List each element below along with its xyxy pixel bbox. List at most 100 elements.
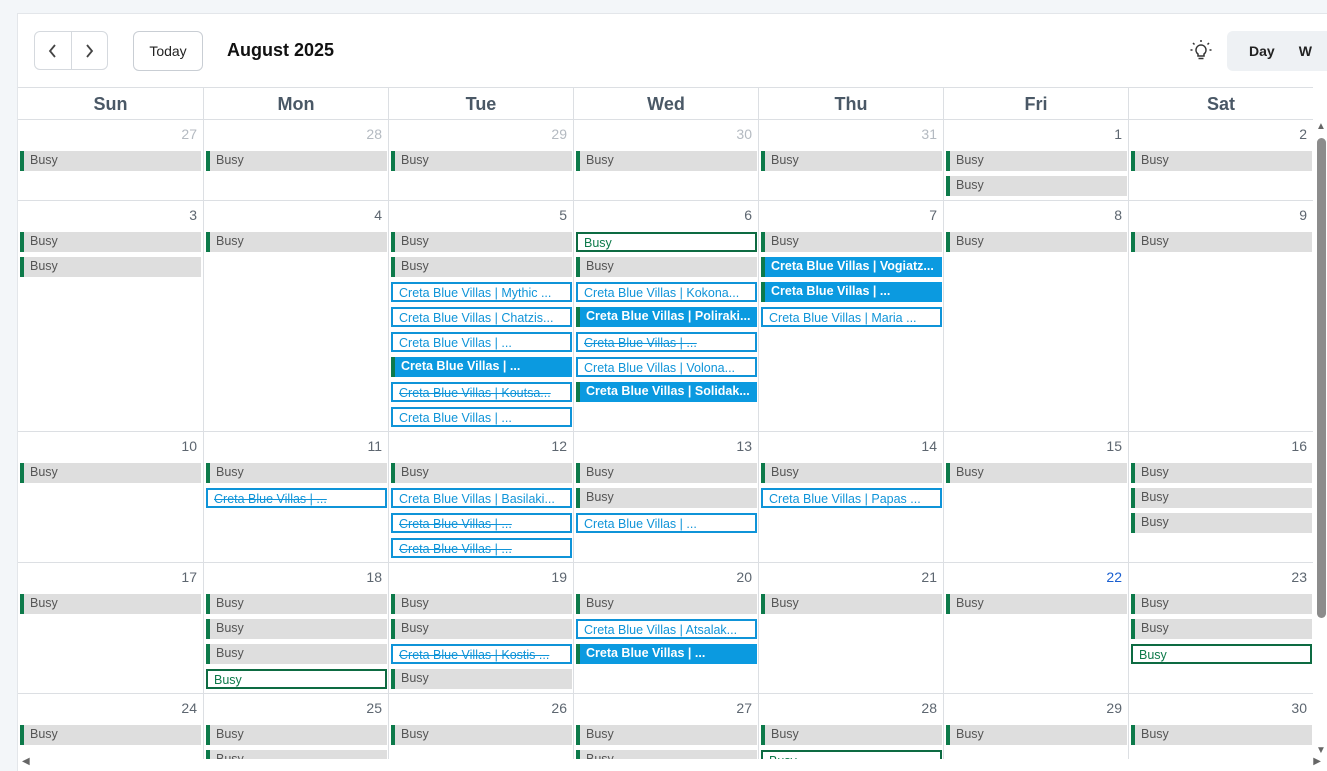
scroll-right-arrow-icon[interactable]: ▶: [1313, 756, 1321, 767]
busy-event[interactable]: Busy: [946, 176, 1127, 196]
booking-event[interactable]: Creta Blue Villas | ...: [391, 538, 572, 558]
day-cell[interactable]: 30 Busy: [573, 120, 758, 200]
day-cell[interactable]: 21 Busy: [758, 563, 943, 693]
booking-event[interactable]: Creta Blue Villas | Atsalak...: [576, 619, 757, 639]
busy-event[interactable]: Busy: [761, 232, 942, 252]
busy-event[interactable]: Busy: [206, 669, 387, 689]
view-day-button[interactable]: Day: [1227, 43, 1287, 59]
booking-event[interactable]: Creta Blue Villas | Kostis ...: [391, 644, 572, 664]
busy-event[interactable]: Busy: [761, 463, 942, 483]
day-number[interactable]: 19: [551, 569, 567, 585]
day-cell[interactable]: 10 Busy: [18, 432, 203, 562]
day-number[interactable]: 27: [736, 700, 752, 716]
busy-event[interactable]: Busy: [576, 257, 757, 277]
busy-event[interactable]: Busy: [761, 725, 942, 745]
busy-event[interactable]: Busy: [1131, 619, 1312, 639]
booking-event[interactable]: Creta Blue Villas | Vogiatz...: [761, 257, 942, 277]
booking-event[interactable]: Creta Blue Villas | ...: [576, 513, 757, 533]
busy-event[interactable]: Busy: [576, 488, 757, 508]
scroll-down-arrow-icon[interactable]: ▼: [1316, 745, 1326, 756]
busy-event[interactable]: Busy: [20, 151, 201, 171]
busy-event[interactable]: Busy: [946, 232, 1127, 252]
day-number[interactable]: 11: [367, 438, 382, 454]
busy-event[interactable]: Busy: [391, 725, 572, 745]
booking-event[interactable]: Creta Blue Villas | Mythic ...: [391, 282, 572, 302]
busy-event[interactable]: Busy: [206, 644, 387, 664]
next-month-button[interactable]: [70, 32, 108, 69]
busy-event[interactable]: Busy: [206, 151, 387, 171]
scroll-left-arrow-icon[interactable]: ◀: [22, 756, 30, 767]
busy-event[interactable]: Busy: [1131, 594, 1312, 614]
day-cell[interactable]: 18 Busy Busy Busy Busy: [203, 563, 388, 693]
day-cell[interactable]: 1 Busy Busy: [943, 120, 1128, 200]
day-number[interactable]: 18: [366, 569, 382, 585]
busy-event[interactable]: Busy: [206, 463, 387, 483]
busy-event[interactable]: Busy: [1131, 513, 1312, 533]
busy-event[interactable]: Busy: [20, 594, 201, 614]
vertical-scroll-thumb[interactable]: [1317, 138, 1326, 618]
booking-event[interactable]: Creta Blue Villas | Kokona...: [576, 282, 757, 302]
busy-event[interactable]: Busy: [576, 594, 757, 614]
busy-event[interactable]: Busy: [20, 257, 201, 277]
day-number[interactable]: 16: [1291, 438, 1307, 454]
busy-event[interactable]: Busy: [1131, 463, 1312, 483]
busy-event[interactable]: Busy: [576, 725, 757, 745]
booking-event[interactable]: Creta Blue Villas | ...: [761, 282, 942, 302]
day-cell[interactable]: 23 Busy Busy Busy: [1128, 563, 1313, 693]
busy-event[interactable]: Busy: [391, 232, 572, 252]
day-number[interactable]: 12: [551, 438, 567, 454]
day-cell[interactable]: 9 Busy: [1128, 201, 1313, 431]
day-cell[interactable]: 6 Busy Busy Creta Blue Villas | Kokona... Cr…: [573, 201, 758, 431]
busy-event[interactable]: Busy: [761, 151, 942, 171]
busy-event[interactable]: Busy: [20, 463, 201, 483]
today-button[interactable]: Today: [133, 31, 203, 71]
busy-event[interactable]: Busy: [20, 725, 201, 745]
booking-event[interactable]: Creta Blue Villas | ...: [391, 357, 572, 377]
busy-event[interactable]: Busy: [761, 594, 942, 614]
day-cell[interactable]: 14 Busy Creta Blue Villas | Papas ...: [758, 432, 943, 562]
busy-event[interactable]: Busy: [20, 232, 201, 252]
day-cell[interactable]: 4 Busy: [203, 201, 388, 431]
busy-event[interactable]: Busy: [206, 619, 387, 639]
day-number[interactable]: 22: [1106, 569, 1122, 585]
day-cell[interactable]: 31 Busy: [758, 120, 943, 200]
busy-event[interactable]: Busy: [391, 619, 572, 639]
booking-event[interactable]: Creta Blue Villas | ...: [576, 644, 757, 664]
booking-event[interactable]: Creta Blue Villas | ...: [391, 332, 572, 352]
day-cell[interactable]: 25 Busy Busy: [203, 694, 388, 759]
busy-event[interactable]: Busy: [206, 594, 387, 614]
day-number[interactable]: 1: [1114, 126, 1122, 142]
busy-event[interactable]: Busy: [1131, 151, 1312, 171]
busy-event[interactable]: Busy: [946, 725, 1127, 745]
day-number[interactable]: 3: [189, 207, 197, 223]
day-number[interactable]: 5: [559, 207, 567, 223]
day-cell[interactable]: 11 Busy Creta Blue Villas | ...: [203, 432, 388, 562]
booking-event[interactable]: Creta Blue Villas | Volona...: [576, 357, 757, 377]
day-cell[interactable]: 17 Busy: [18, 563, 203, 693]
booking-event[interactable]: Creta Blue Villas | Chatzis...: [391, 307, 572, 327]
day-number[interactable]: 8: [1114, 207, 1122, 223]
booking-event[interactable]: Creta Blue Villas | ...: [391, 513, 572, 533]
day-cell[interactable]: 5 Busy Busy Creta Blue Villas | Mythic ... C…: [388, 201, 573, 431]
busy-event[interactable]: Busy: [1131, 644, 1312, 664]
day-number[interactable]: 27: [181, 126, 197, 142]
busy-event[interactable]: Busy: [1131, 232, 1312, 252]
day-cell[interactable]: 8 Busy: [943, 201, 1128, 431]
day-number[interactable]: 9: [1299, 207, 1307, 223]
booking-event[interactable]: Creta Blue Villas | ...: [576, 332, 757, 352]
day-number[interactable]: 29: [551, 126, 567, 142]
day-cell[interactable]: 30 Busy: [1128, 694, 1313, 759]
day-cell[interactable]: 22 Busy: [943, 563, 1128, 693]
busy-event[interactable]: Busy: [391, 257, 572, 277]
day-cell[interactable]: 3 Busy Busy: [18, 201, 203, 431]
busy-event[interactable]: Busy: [946, 463, 1127, 483]
booking-event[interactable]: Creta Blue Villas | Solidak...: [576, 382, 757, 402]
day-cell[interactable]: 29 Busy: [943, 694, 1128, 759]
busy-event[interactable]: Busy: [391, 151, 572, 171]
booking-event[interactable]: Creta Blue Villas | Koutsa...: [391, 382, 572, 402]
day-cell[interactable]: 27 Busy Busy: [573, 694, 758, 759]
booking-event[interactable]: Creta Blue Villas | Poliraki...: [576, 307, 757, 327]
day-number[interactable]: 29: [1106, 700, 1122, 716]
scroll-up-arrow-icon[interactable]: ▲: [1316, 121, 1326, 132]
booking-event[interactable]: Creta Blue Villas | Papas ...: [761, 488, 942, 508]
